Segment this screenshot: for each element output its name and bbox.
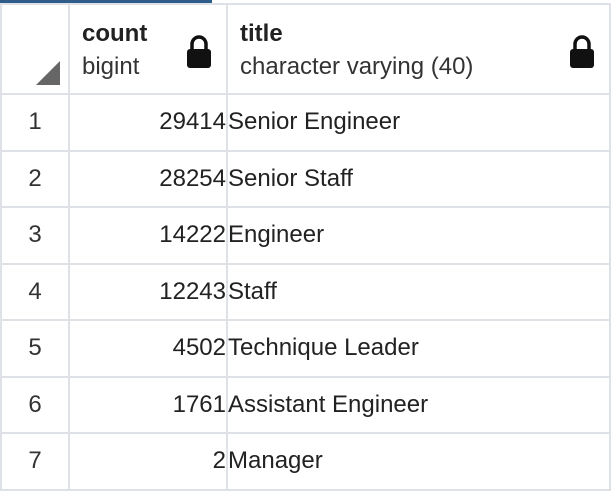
cell-title[interactable]: Senior Engineer — [226, 93, 611, 152]
cell-count[interactable]: 4502 — [68, 319, 228, 378]
table-row[interactable]: 4 12243 Staff — [0, 262, 611, 321]
cell-count[interactable]: 14222 — [68, 206, 228, 265]
row-number[interactable]: 2 — [0, 149, 70, 208]
table-row[interactable]: 1 29414 Senior Engineer — [0, 93, 611, 152]
lock-icon — [187, 35, 211, 68]
column-name: title — [240, 20, 283, 47]
cell-title[interactable]: Technique Leader — [226, 319, 611, 378]
select-all-icon — [36, 61, 60, 85]
row-number[interactable]: 3 — [0, 206, 70, 265]
cell-title[interactable]: Senior Staff — [226, 149, 611, 208]
table-row[interactable]: 5 4502 Technique Leader — [0, 319, 611, 378]
cell-count[interactable]: 28254 — [68, 149, 228, 208]
cell-count[interactable]: 12243 — [68, 262, 228, 321]
cell-title[interactable]: Engineer — [226, 206, 611, 265]
row-number[interactable]: 1 — [0, 93, 70, 152]
table-row[interactable]: 2 28254 Senior Staff — [0, 149, 611, 208]
cell-title[interactable]: Staff — [226, 262, 611, 321]
cell-count[interactable]: 29414 — [68, 93, 228, 152]
results-grid: count bigint title character varying (40… — [0, 3, 611, 491]
cell-title[interactable]: Assistant Engineer — [226, 375, 611, 434]
row-number[interactable]: 5 — [0, 319, 70, 378]
column-type: character varying (40) — [240, 53, 474, 80]
cell-count[interactable]: 2 — [68, 432, 228, 491]
column-header-title[interactable]: title character varying (40) — [226, 3, 611, 95]
row-number[interactable]: 6 — [0, 375, 70, 434]
column-header-count[interactable]: count bigint — [68, 3, 228, 95]
cell-title[interactable]: Manager — [226, 432, 611, 491]
select-all-corner[interactable] — [0, 3, 70, 95]
table-row[interactable]: 3 14222 Engineer — [0, 206, 611, 265]
header-row: count bigint title character varying (40… — [0, 3, 611, 95]
table-row[interactable]: 7 2 Manager — [0, 432, 611, 491]
lock-icon — [570, 35, 594, 68]
row-number[interactable]: 7 — [0, 432, 70, 491]
row-number[interactable]: 4 — [0, 262, 70, 321]
cell-count[interactable]: 1761 — [68, 375, 228, 434]
table-row[interactable]: 6 1761 Assistant Engineer — [0, 375, 611, 434]
